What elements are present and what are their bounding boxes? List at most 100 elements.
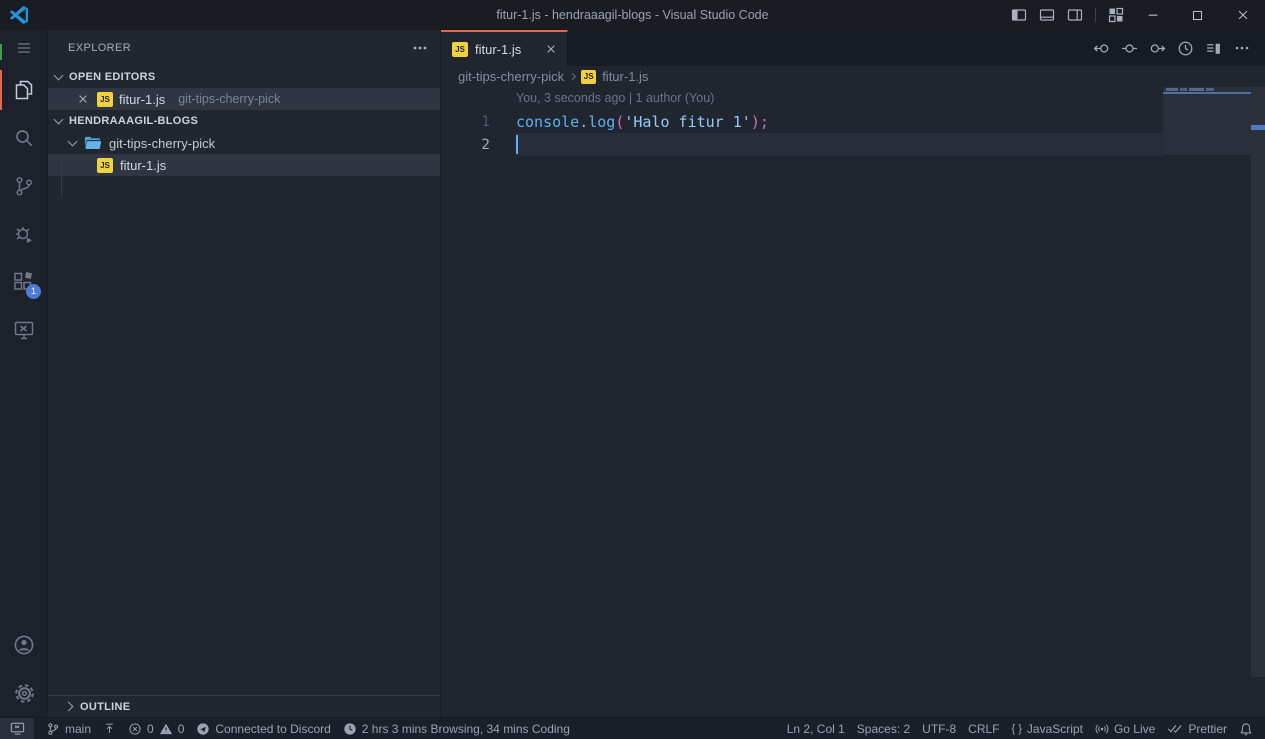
extensions-badge: 1 — [26, 284, 41, 299]
editor-group: JS fitur-1.js — [441, 30, 1265, 717]
workspace-label: HENDRAAAGIL-BLOGS — [69, 115, 198, 127]
line-number-active: 2 — [441, 137, 516, 153]
status-bar: main 0 0 Connected to Discord 2 hrs 3 mi… — [0, 717, 1265, 739]
breadcrumb-file[interactable]: fitur-1.js — [602, 69, 648, 84]
settings-gear-icon[interactable] — [0, 669, 48, 717]
close-tab-icon[interactable] — [543, 41, 559, 57]
minimap-cursor-line — [1163, 92, 1251, 94]
explorer-sidebar: EXPLORER OPEN EDITORS JS fitur-1.js git-… — [48, 30, 441, 717]
live-server-icon[interactable] — [0, 306, 48, 354]
tab-bar: JS fitur-1.js — [441, 30, 1265, 66]
go-live-status[interactable]: Go Live — [1089, 718, 1161, 739]
minimize-button[interactable] — [1130, 0, 1175, 30]
explorer-icon[interactable] — [0, 66, 48, 114]
cursor-position-status[interactable]: Ln 2, Col 1 — [781, 718, 851, 739]
remote-indicator[interactable] — [0, 718, 34, 739]
open-editor-item[interactable]: JS fitur-1.js git-tips-cherry-pick — [48, 88, 440, 110]
problems-status[interactable]: 0 0 — [122, 718, 190, 739]
vscode-window: fitur-1.js - hendraaagil-blogs - Visual … — [0, 0, 1265, 739]
file-history-icon[interactable] — [1176, 39, 1195, 58]
codelens-blame: You, 3 seconds ago | 1 author (You) — [441, 87, 1265, 110]
run-debug-icon[interactable] — [0, 210, 48, 258]
outline-label: OUTLINE — [80, 701, 130, 713]
workspace-section-header[interactable]: HENDRAAAGIL-BLOGS — [48, 110, 440, 132]
customize-layout-icon[interactable] — [1102, 0, 1130, 30]
chevron-down-icon — [54, 115, 64, 125]
code-line-1[interactable]: 1 console.log('Halo fitur 1'); — [441, 110, 1265, 133]
chevron-down-icon — [54, 71, 64, 81]
explorer-more-actions-icon[interactable] — [412, 40, 428, 56]
chevron-down-icon — [68, 137, 78, 147]
branch-name: main — [65, 722, 91, 736]
green-indicator — [0, 44, 2, 60]
token-dot: . — [579, 113, 588, 131]
close-editor-icon[interactable] — [75, 91, 91, 107]
breadcrumb-folder[interactable]: git-tips-cherry-pick — [458, 69, 564, 84]
open-editor-file-detail: git-tips-cherry-pick — [178, 92, 280, 106]
toggle-panel-icon[interactable] — [1033, 0, 1061, 30]
close-window-button[interactable] — [1220, 0, 1265, 30]
open-changes-icon[interactable] — [1204, 39, 1223, 58]
sidebar-title: EXPLORER — [68, 42, 131, 54]
js-file-icon: JS — [452, 42, 468, 57]
outline-section-header[interactable]: OUTLINE — [48, 695, 440, 717]
extensions-icon[interactable]: 1 — [0, 258, 48, 306]
code-area[interactable]: You, 3 seconds ago | 1 author (You) 1 co… — [441, 87, 1265, 717]
tab-label: fitur-1.js — [475, 42, 521, 57]
menu-button[interactable] — [0, 30, 48, 66]
open-editors-label: OPEN EDITORS — [69, 71, 156, 83]
more-actions-icon[interactable] — [1232, 39, 1251, 58]
chevron-right-icon — [569, 73, 576, 80]
warning-count: 0 — [178, 722, 185, 736]
encoding-status[interactable]: UTF-8 — [916, 718, 962, 739]
tab-fitur-1[interactable]: JS fitur-1.js — [441, 30, 568, 66]
tree-folder-row[interactable]: git-tips-cherry-pick — [48, 132, 440, 154]
minimap[interactable] — [1163, 87, 1251, 155]
maximize-button[interactable] — [1175, 0, 1220, 30]
time-tracker-status[interactable]: 2 hrs 3 mins Browsing, 34 mins Coding — [337, 718, 576, 739]
tree-file-row[interactable]: JS fitur-1.js — [48, 154, 440, 176]
toggle-primary-sidebar-icon[interactable] — [1005, 0, 1033, 30]
token-log: log — [588, 113, 615, 131]
language-mode-status[interactable]: { } JavaScript — [1006, 718, 1089, 739]
account-icon[interactable] — [0, 621, 48, 669]
activity-bar: 1 — [0, 30, 48, 717]
token-paren-open: ( — [615, 113, 624, 131]
folder-open-icon — [84, 136, 101, 150]
indentation-status[interactable]: Spaces: 2 — [851, 718, 916, 739]
formatter-status[interactable]: Prettier — [1161, 718, 1233, 739]
braces-icon: { } — [1012, 723, 1022, 735]
notifications-bell-icon[interactable] — [1233, 718, 1259, 739]
js-file-icon: JS — [581, 70, 596, 84]
source-control-icon[interactable] — [0, 162, 48, 210]
tree-file-name: fitur-1.js — [120, 158, 166, 173]
go-live-label: Go Live — [1114, 722, 1155, 736]
error-count: 0 — [147, 722, 154, 736]
breadcrumb: git-tips-cherry-pick JS fitur-1.js — [441, 66, 1265, 87]
token-string: 'Halo fitur 1' — [624, 113, 750, 131]
line-number: 1 — [441, 114, 516, 130]
overview-ruler-cursor-marker — [1251, 125, 1265, 130]
eol-status[interactable]: CRLF — [962, 718, 1005, 739]
vertical-scrollbar[interactable] — [1251, 87, 1265, 677]
token-console: console — [516, 113, 579, 131]
toggle-secondary-sidebar-icon[interactable] — [1061, 0, 1089, 30]
indent-guide — [61, 154, 62, 198]
time-tracker-label: 2 hrs 3 mins Browsing, 34 mins Coding — [362, 722, 570, 736]
open-editors-section-header[interactable]: OPEN EDITORS — [48, 66, 440, 88]
search-icon[interactable] — [0, 114, 48, 162]
codelens-link[interactable]: You, 3 seconds ago | 1 author (You) — [516, 91, 714, 105]
discord-status[interactable]: Connected to Discord — [190, 718, 336, 739]
sidebar-header: EXPLORER — [48, 30, 440, 66]
code-line-2[interactable]: 2 — [441, 133, 1265, 156]
text-cursor — [516, 135, 518, 154]
discord-label: Connected to Discord — [215, 722, 330, 736]
gitlens-prev-revision-icon[interactable] — [1092, 39, 1111, 58]
gitlens-compare-revision-icon[interactable] — [1120, 39, 1139, 58]
publish-changes-icon[interactable] — [97, 718, 122, 739]
gitlens-next-revision-icon[interactable] — [1148, 39, 1167, 58]
title-bar: fitur-1.js - hendraaagil-blogs - Visual … — [0, 0, 1265, 30]
js-file-icon: JS — [97, 158, 113, 173]
titlebar-separator — [1095, 8, 1096, 22]
git-branch-status[interactable]: main — [40, 718, 97, 739]
